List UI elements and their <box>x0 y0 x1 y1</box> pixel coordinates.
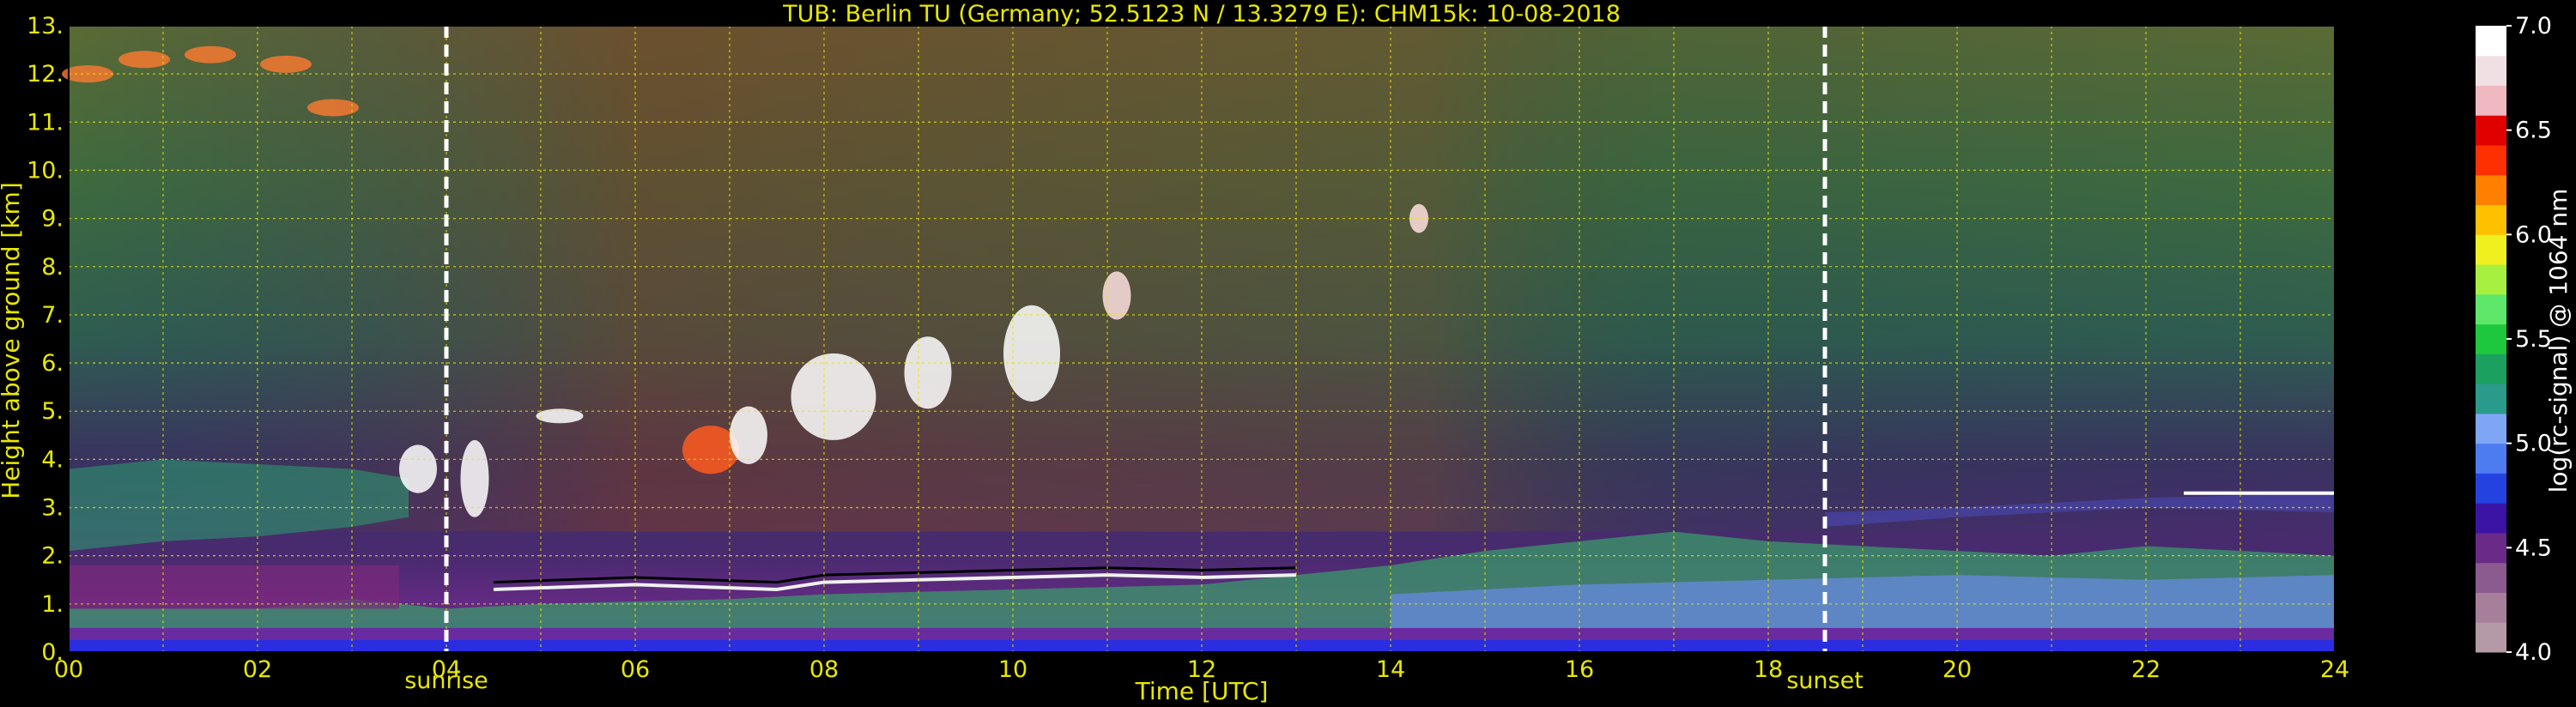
x-tick-label: 08 <box>809 656 839 683</box>
y-tick-label: 9. <box>41 206 64 233</box>
y-tick-label: 6. <box>41 350 64 377</box>
colorbar-swatch <box>2476 592 2506 623</box>
y-tick-label: 8. <box>41 254 64 281</box>
colorbar-swatch <box>2476 443 2506 474</box>
colorbar-swatch <box>2476 354 2506 384</box>
x-tick-label: 22 <box>2131 656 2161 683</box>
x-tick-label: 18 <box>1754 656 1783 683</box>
x-tick-label: 24 <box>2320 656 2349 683</box>
colorbar-swatch <box>2476 503 2506 534</box>
cirrus <box>307 99 359 117</box>
y-tick-labels: 0.1.2.3.4.5.6.7.8.9.10.11.12.13. <box>27 13 64 666</box>
colorbar-swatch <box>2476 293 2506 325</box>
colorbar: 4.04.55.05.56.06.57.0 <box>2476 13 2552 666</box>
y-tick-label: 13. <box>27 13 64 39</box>
colorbar-swatch <box>2476 85 2506 116</box>
colorbar-swatch <box>2476 55 2506 87</box>
colorbar-swatch <box>2476 384 2506 414</box>
colorbar-swatch <box>2476 145 2506 176</box>
y-axis-label: Height above ground [km] <box>0 182 25 499</box>
chart-title: TUB: Berlin TU (Germany; 52.5123 N / 13.… <box>782 1 1621 27</box>
colorbar-tick-label: 6.5 <box>2515 118 2552 144</box>
cirrus <box>118 51 170 69</box>
x-axis-label: Time [UTC] <box>1135 677 1269 705</box>
colorbar-swatch <box>2476 532 2506 564</box>
colorbar-tick-label: 7.0 <box>2515 13 2552 39</box>
cloud <box>730 406 767 464</box>
colorbar-swatch <box>2476 204 2506 235</box>
colorbar-swatch <box>2476 174 2506 206</box>
colorbar-swatch <box>2476 473 2506 504</box>
colorbar-swatch <box>2476 562 2506 593</box>
x-tick-label: 14 <box>1376 656 1405 683</box>
y-tick-label: 12. <box>27 61 64 88</box>
x-tick-label: 16 <box>1565 656 1594 683</box>
colorbar-swatch <box>2476 234 2506 265</box>
cloud <box>1003 305 1060 402</box>
cloud <box>1409 203 1428 233</box>
x-tick-label: 06 <box>621 656 650 683</box>
cloud <box>904 336 952 409</box>
y-tick-label: 1. <box>41 591 64 618</box>
cloud <box>536 408 584 424</box>
y-tick-label: 3. <box>41 495 64 522</box>
y-tick-label: 2. <box>41 543 64 570</box>
x-tick-label: 00 <box>54 656 83 683</box>
colorbar-swatch <box>2476 26 2506 57</box>
cloud <box>791 353 876 440</box>
cloud <box>460 439 489 517</box>
colorbar-swatch <box>2476 413 2506 444</box>
night-aerosol-band <box>69 565 399 609</box>
colorbar-label: log(rc-signal) @ 1064 nm <box>2544 189 2573 493</box>
ceilometer-chart: 0.1.2.3.4.5.6.7.8.9.10.11.12.13. 00 02 04 0… <box>0 1 2573 705</box>
colorbar-swatch <box>2476 622 2506 653</box>
x-tick-label: 02 <box>243 656 272 683</box>
plot-area <box>62 25 2336 653</box>
event-label-sunset: sunset <box>1786 668 1864 694</box>
colorbar-swatch <box>2476 264 2506 295</box>
event-label-sunrise: sunrise <box>404 668 488 694</box>
colorbar-swatch <box>2476 323 2506 354</box>
y-tick-label: 4. <box>41 446 64 473</box>
y-tick-label: 10. <box>27 157 64 184</box>
cirrus <box>260 55 312 73</box>
y-tick-label: 7. <box>41 302 64 329</box>
cirrus <box>185 45 236 63</box>
cloud <box>399 444 437 493</box>
y-tick-label: 5. <box>41 398 64 425</box>
x-tick-label: 10 <box>998 656 1027 683</box>
colorbar-swatch <box>2476 115 2506 146</box>
y-tick-label: 11. <box>27 109 64 136</box>
colorbar-tick-label: 4.5 <box>2515 535 2552 561</box>
colorbar-tick-label: 4.0 <box>2515 639 2552 666</box>
x-tick-label: 20 <box>1943 656 1972 683</box>
